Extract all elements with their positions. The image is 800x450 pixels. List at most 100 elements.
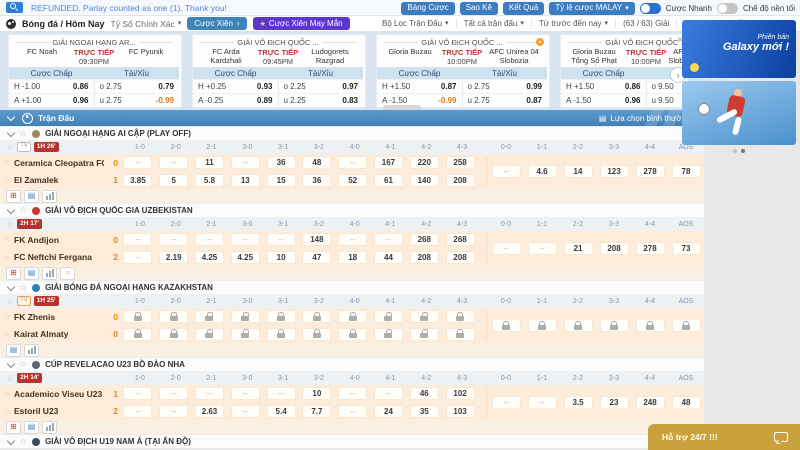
odds-cell[interactable]: 35 — [410, 405, 439, 418]
favorite-star-icon[interactable]: ☆ — [6, 374, 14, 383]
support-chat-button[interactable]: Hỗ trợ 24/7 !!! — [648, 424, 800, 450]
market-type-dropdown[interactable]: Tỷ Số Chính Xác▾ — [111, 19, 182, 29]
odds-cell[interactable]: 278 — [636, 165, 665, 178]
odds-cell[interactable]: 4.25 — [231, 251, 260, 264]
odds-cell[interactable]: 3.5 — [564, 396, 593, 409]
carousel-dot[interactable] — [733, 149, 737, 153]
odds-cell[interactable]: 23 — [600, 396, 629, 409]
favorite-star-icon[interactable]: ☆ — [6, 297, 14, 306]
filter-time-dropdown[interactable]: Từ trước đến nay▾ — [531, 19, 615, 28]
over-under-odds-cell[interactable]: u 2.750.87 — [462, 94, 548, 107]
chart-icon[interactable] — [42, 267, 57, 280]
carousel-dot[interactable] — [741, 149, 745, 153]
odds-cell[interactable]: 47 — [302, 251, 331, 264]
odds-cell[interactable]: 48 — [302, 156, 331, 169]
odds-cell[interactable]: 208 — [446, 251, 475, 264]
odds-type-dropdown[interactable]: Tỷ lệ cược MALAY▾ — [549, 2, 634, 15]
stats-card-icon[interactable]: ▤ — [24, 267, 39, 280]
over-under-odds-cell[interactable]: o 2.750.99 — [462, 80, 548, 93]
more-markets-icon[interactable]: ⊞ — [6, 421, 21, 434]
odds-cell[interactable]: 148 — [302, 233, 331, 246]
collapse-chevron-icon[interactable] — [7, 128, 15, 136]
handicap-odds-cell[interactable]: H +0.250.93 — [193, 80, 278, 93]
favorite-star-icon[interactable]: ☆ — [0, 176, 14, 185]
dark-mode-toggle[interactable] — [717, 3, 738, 14]
quick-bet-toggle[interactable] — [640, 3, 661, 14]
collapse-chevron-icon[interactable] — [7, 436, 15, 444]
stats-card-icon[interactable]: ▤ — [6, 344, 21, 357]
filter-match-dropdown[interactable]: Bộ Lọc Trận Đấu▾ — [375, 19, 456, 28]
favorite-star-icon[interactable]: ☆ — [19, 437, 27, 446]
favorite-star-icon[interactable]: ☆ — [0, 253, 14, 262]
over-under-odds-cell[interactable]: o 2.750.79 — [94, 80, 180, 93]
odds-cell[interactable]: 220 — [410, 156, 439, 169]
odds-cell[interactable]: 258 — [446, 156, 475, 169]
favorite-star-icon[interactable]: ☆ — [6, 220, 14, 229]
odds-cell[interactable]: 48 — [672, 396, 701, 409]
parlay-button[interactable]: Cược Xiên› — [187, 17, 246, 30]
favorite-star-icon[interactable]: ☆ — [19, 206, 27, 215]
odds-cell[interactable]: 268 — [446, 233, 475, 246]
odds-cell[interactable]: 208 — [446, 174, 475, 187]
filter-league-count[interactable]: (63 / 63) Giải — [615, 19, 676, 28]
promo-slide-galaxy[interactable]: Phiên bản Galaxy mới ! — [682, 20, 796, 78]
chart-icon[interactable] — [42, 421, 57, 434]
odds-cell[interactable]: 248 — [636, 396, 665, 409]
handicap-odds-cell[interactable]: A -0.250.89 — [193, 94, 278, 107]
favorite-star-icon[interactable]: ☆ — [6, 143, 14, 152]
odds-cell[interactable]: 167 — [374, 156, 403, 169]
chart-icon[interactable] — [42, 190, 57, 203]
odds-cell[interactable]: 140 — [410, 174, 439, 187]
handicap-odds-cell[interactable]: A +1.000.96 — [9, 94, 94, 107]
odds-cell[interactable]: 5.8 — [195, 174, 224, 187]
collapse-chevron-icon[interactable] — [7, 359, 15, 367]
odds-cell[interactable]: 5.4 — [267, 405, 296, 418]
odds-cell[interactable]: 78 — [672, 165, 701, 178]
collapse-chevron-icon[interactable] — [7, 113, 15, 121]
odds-cell[interactable]: 11 — [195, 156, 224, 169]
odds-cell[interactable]: 36 — [302, 174, 331, 187]
filter-all-matches-dropdown[interactable]: Tất cả trận đấu▾ — [456, 19, 531, 28]
chart-icon[interactable] — [24, 344, 39, 357]
lucky-parlay-button[interactable]: ★Cược Xiên May Mắn — [253, 17, 350, 30]
odds-cell[interactable]: 24 — [374, 405, 403, 418]
handicap-odds-cell[interactable]: A -1.500.96 — [561, 94, 646, 107]
over-under-odds-cell[interactable]: u 2.75-0.99 — [94, 94, 180, 107]
favorite-star-icon[interactable]: ☆ — [0, 158, 14, 167]
odds-cell[interactable]: 36 — [267, 156, 296, 169]
odds-cell[interactable]: 208 — [600, 242, 629, 255]
odds-cell[interactable]: 7.7 — [302, 405, 331, 418]
odds-cell[interactable]: 18 — [338, 251, 367, 264]
over-under-odds-cell[interactable]: u 2.250.83 — [278, 94, 364, 107]
odds-cell[interactable]: 268 — [410, 233, 439, 246]
odds-cell[interactable]: 44 — [374, 251, 403, 264]
extra-markets-icon[interactable]: ○ — [60, 267, 75, 280]
favorite-star-icon[interactable]: ☆ — [19, 360, 27, 369]
collapse-chevron-icon[interactable] — [7, 282, 15, 290]
odds-cell[interactable]: 10 — [302, 387, 331, 400]
more-markets-icon[interactable]: ⊞ — [6, 190, 21, 203]
favorite-star-icon[interactable]: ☆ — [19, 129, 27, 138]
search-button[interactable] — [6, 2, 23, 13]
odds-cell[interactable]: 10 — [267, 251, 296, 264]
odds-cell[interactable]: 73 — [672, 242, 701, 255]
tv-stream-badge[interactable]: TV — [17, 142, 31, 152]
odds-cell[interactable]: 4.6 — [528, 165, 557, 178]
odds-cell[interactable]: 2.63 — [195, 405, 224, 418]
collapse-chevron-icon[interactable] — [7, 205, 15, 213]
handicap-odds-cell[interactable]: H +1.500.86 — [561, 80, 646, 93]
odds-cell[interactable]: 61 — [374, 174, 403, 187]
stats-card-icon[interactable]: ▤ — [24, 190, 39, 203]
odds-cell[interactable]: 4.25 — [195, 251, 224, 264]
favorite-star-icon[interactable]: ☆ — [0, 235, 14, 244]
odds-cell[interactable]: 21 — [564, 242, 593, 255]
odds-cell[interactable]: 13 — [231, 174, 260, 187]
collapse-handle[interactable] — [383, 105, 421, 110]
odds-cell[interactable]: 14 — [564, 165, 593, 178]
odds-cell[interactable]: 3.85 — [123, 174, 152, 187]
odds-cell[interactable]: 46 — [410, 387, 439, 400]
odds-cell[interactable]: 102 — [446, 387, 475, 400]
favorite-star-icon[interactable]: ☆ — [0, 407, 14, 416]
promo-slide-player[interactable] — [682, 81, 796, 145]
odds-cell[interactable]: 278 — [636, 242, 665, 255]
